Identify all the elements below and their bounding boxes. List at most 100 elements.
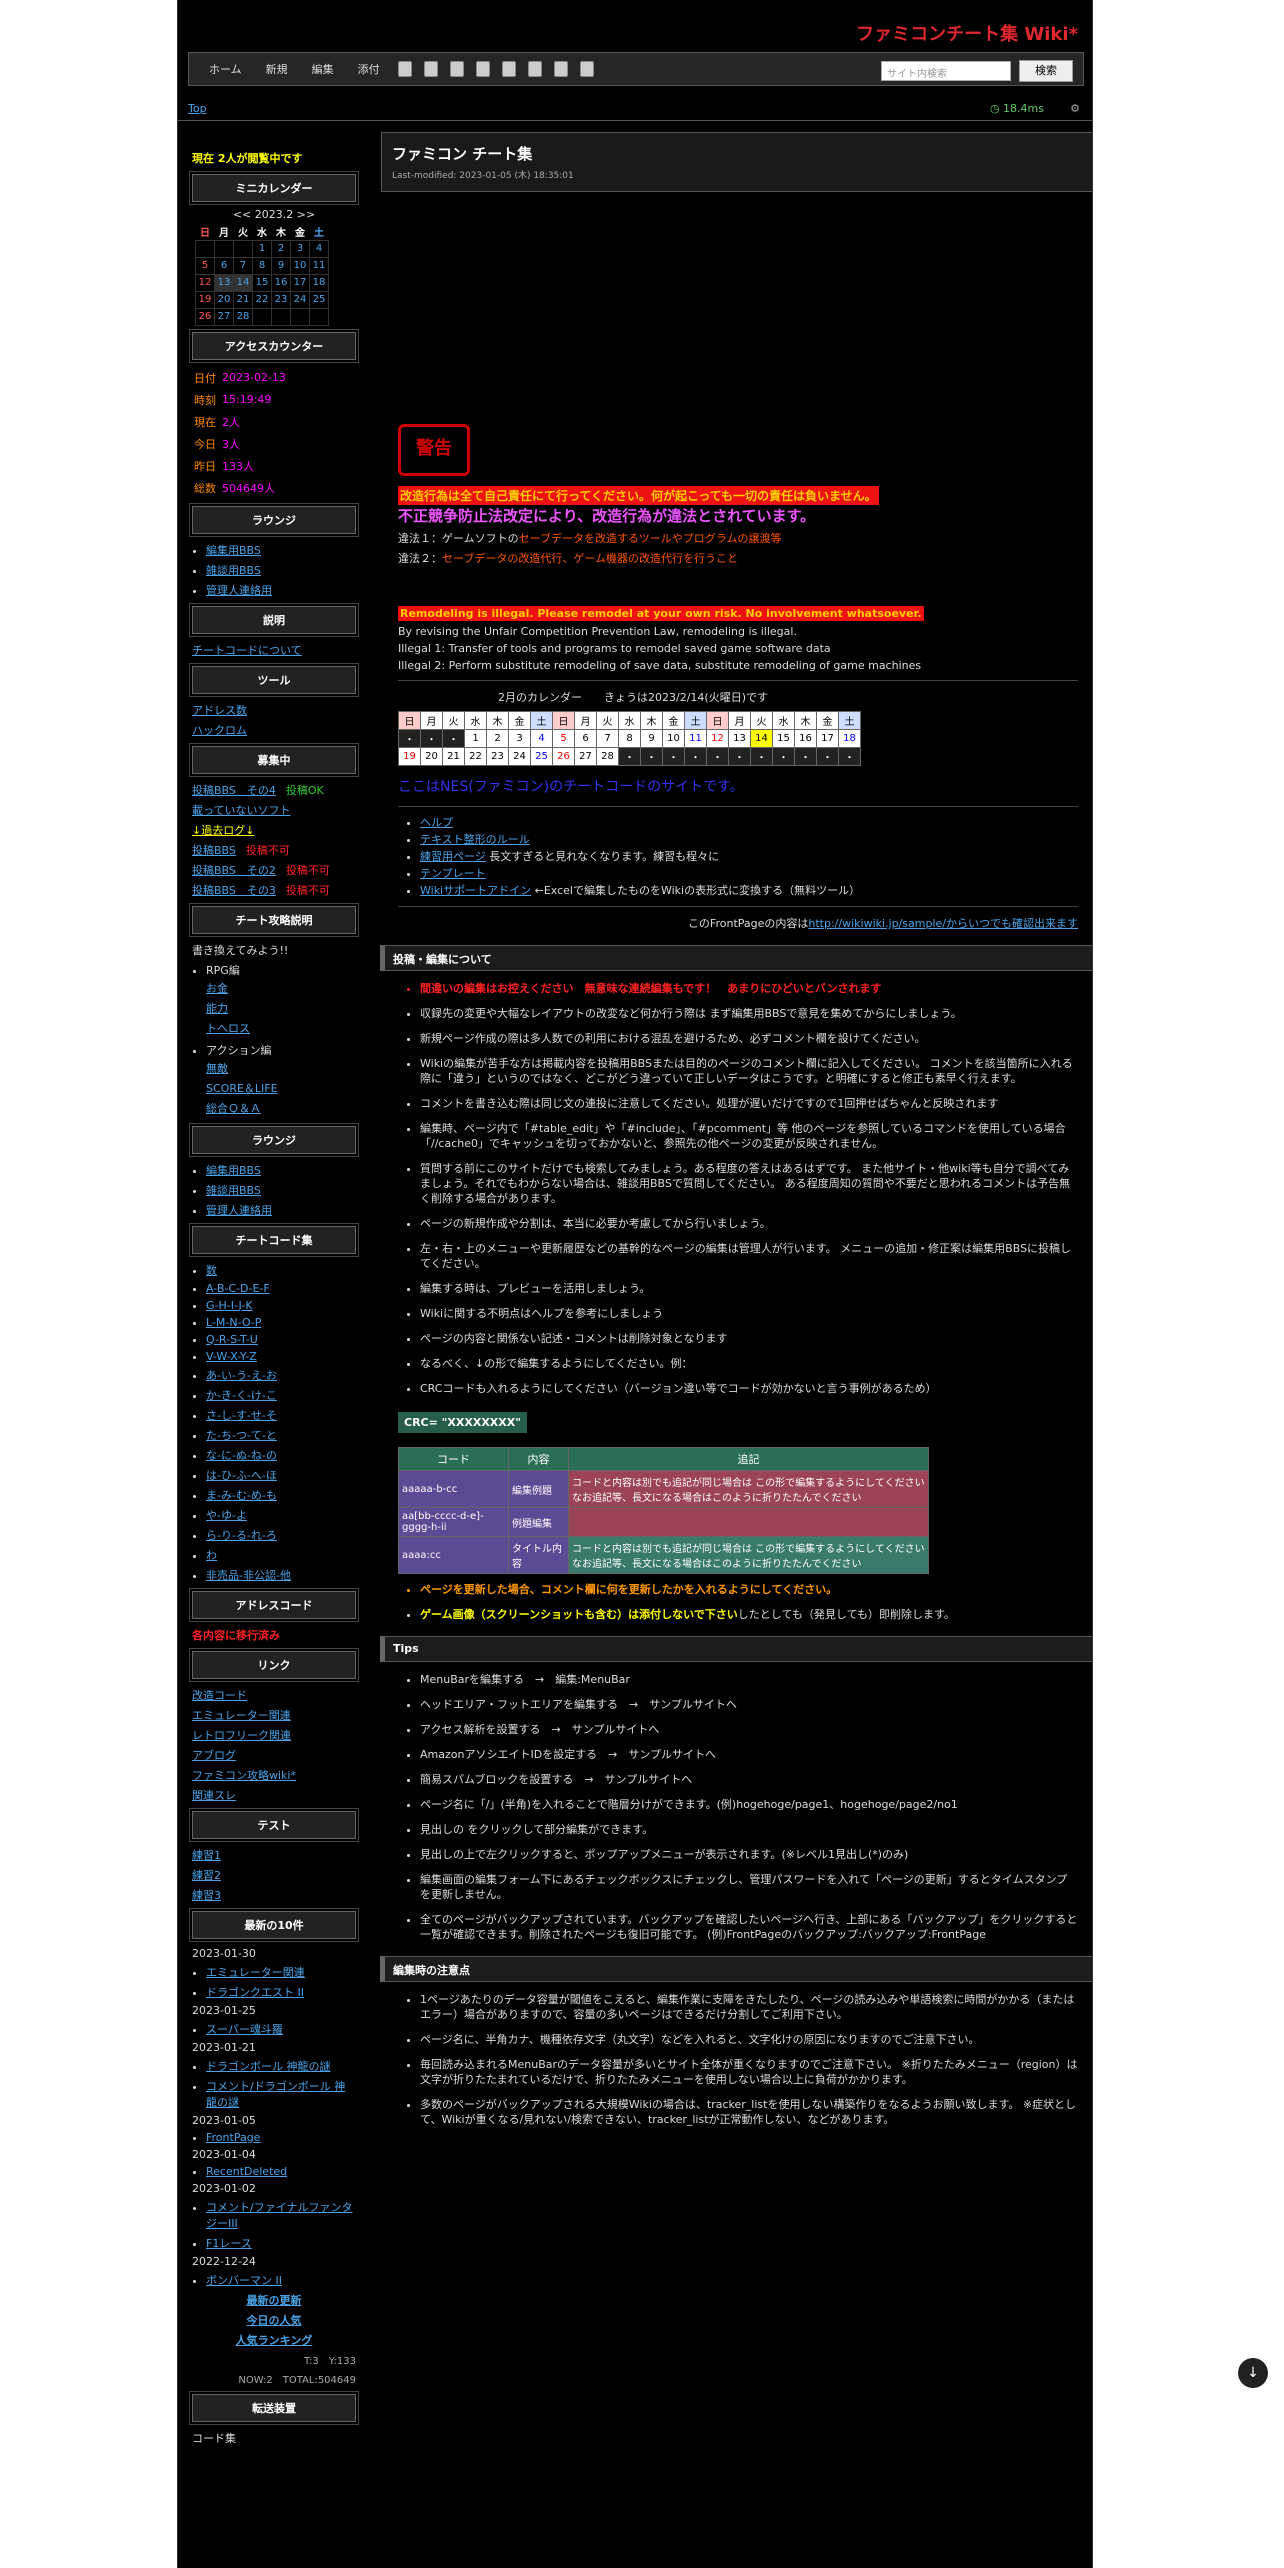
- code-index-link[interactable]: な-に-ぬ-ね-の: [206, 1449, 277, 1462]
- minical-cell[interactable]: 16: [271, 273, 291, 292]
- addin-link[interactable]: Wikiサポートアドイン: [420, 884, 531, 897]
- edit-tool-icon[interactable]: [397, 61, 412, 77]
- test-link[interactable]: 練習3: [192, 1885, 356, 1905]
- minical-nav[interactable]: << 2023.2 >>: [192, 208, 356, 221]
- strategy-rpg-link[interactable]: 能力: [206, 998, 356, 1018]
- section-posting[interactable]: 投稿・編集について: [380, 945, 1092, 971]
- code-index-link[interactable]: Q-R-S-T-U: [206, 1333, 258, 1346]
- latest-link[interactable]: 最新の更新: [192, 2290, 356, 2310]
- minical-cell[interactable]: 19: [195, 290, 215, 309]
- minical-cell[interactable]: 11: [309, 256, 329, 275]
- recruit-link[interactable]: 投稿BBS: [192, 844, 236, 857]
- section-tips[interactable]: Tips: [380, 1636, 1092, 1662]
- minical-cell[interactable]: 15: [252, 273, 272, 292]
- recent-link[interactable]: コメント/ドラゴンボール 神龍の謎: [206, 2080, 345, 2109]
- copy-tool-icon[interactable]: [423, 61, 438, 77]
- minical-cell[interactable]: 14: [233, 273, 253, 292]
- minical-cell[interactable]: 2: [271, 239, 291, 258]
- minical-cell[interactable]: 22: [252, 290, 272, 309]
- external-link[interactable]: レトロフリーク関連: [192, 1725, 356, 1745]
- strategy-action-link[interactable]: SCORE＆LIFE: [206, 1078, 356, 1098]
- minical-cell[interactable]: 9: [271, 256, 291, 275]
- code-index-link[interactable]: A-B-C-D-E-F: [206, 1282, 270, 1295]
- minical-cell[interactable]: 26: [195, 307, 215, 326]
- minical-cell[interactable]: 4: [309, 239, 329, 258]
- external-link[interactable]: ファミコン攻略wiki*: [192, 1765, 356, 1785]
- strategy-action-link[interactable]: 総合Ｑ＆Ａ: [206, 1098, 356, 1118]
- practice-link[interactable]: 練習用ページ: [420, 850, 486, 863]
- recent-link[interactable]: ドラゴンボール 神龍の謎: [206, 2060, 331, 2073]
- code-index-link[interactable]: 数: [206, 1264, 217, 1277]
- nav-attach[interactable]: 添付: [358, 61, 380, 77]
- recruit-link[interactable]: 投稿BBS その4: [192, 784, 276, 797]
- minical-cell[interactable]: 5: [195, 256, 215, 275]
- nav-new[interactable]: 新規: [266, 61, 288, 77]
- lounge-link[interactable]: 編集用BBS: [206, 544, 261, 557]
- search-button[interactable]: 検索: [1019, 60, 1073, 82]
- external-link[interactable]: 改造コード: [192, 1685, 356, 1705]
- minical-cell[interactable]: 17: [290, 273, 310, 292]
- scroll-down-button[interactable]: ↓: [1238, 2358, 1268, 2388]
- recruit-link[interactable]: 投稿BBS その2: [192, 864, 276, 877]
- recent-link[interactable]: F1レース: [206, 2237, 252, 2250]
- minical-cell[interactable]: 13: [214, 273, 234, 292]
- minical-cell[interactable]: 21: [233, 290, 253, 309]
- help-tool-icon[interactable]: [579, 61, 594, 77]
- external-link[interactable]: アブログ: [192, 1745, 356, 1765]
- gear-icon[interactable]: ⚙: [1070, 102, 1080, 115]
- recent-link[interactable]: ボンバーマン II: [206, 2274, 282, 2287]
- site-title[interactable]: ファミコンチート集 Wiki*: [856, 20, 1078, 46]
- minical-cell[interactable]: 8: [252, 256, 272, 275]
- code-index-link[interactable]: ら-り-る-れ-ろ: [206, 1529, 277, 1542]
- recruit-link[interactable]: 投稿BBS その3: [192, 884, 276, 897]
- lounge-link[interactable]: 雑談用BBS: [206, 1184, 261, 1197]
- help-link[interactable]: ヘルプ: [420, 816, 453, 829]
- code-index-link[interactable]: L-M-N-O-P: [206, 1316, 261, 1329]
- minical-cell[interactable]: 3: [290, 239, 310, 258]
- template-link[interactable]: テンプレート: [420, 867, 486, 880]
- nav-home[interactable]: ホーム: [209, 61, 242, 77]
- strategy-action-link[interactable]: 無敵: [206, 1058, 356, 1078]
- minical-cell[interactable]: 6: [214, 256, 234, 275]
- minical-cell[interactable]: 7: [233, 256, 253, 275]
- code-index-link[interactable]: さ-し-す-せ-そ: [206, 1409, 277, 1422]
- external-link[interactable]: エミュレーター関連: [192, 1705, 356, 1725]
- minical-cell[interactable]: 23: [271, 290, 291, 309]
- test-link[interactable]: 練習1: [192, 1845, 356, 1865]
- minical-cell[interactable]: 10: [290, 256, 310, 275]
- minical-cell[interactable]: 18: [309, 273, 329, 292]
- code-index-link[interactable]: や-ゆ-よ: [206, 1509, 247, 1522]
- minical-cell[interactable]: 27: [214, 307, 234, 326]
- lounge-link[interactable]: 編集用BBS: [206, 1164, 261, 1177]
- tool-link[interactable]: アドレス数: [192, 700, 356, 720]
- top-link[interactable]: Top: [188, 102, 207, 115]
- code-index-link[interactable]: あ-い-う-え-お: [206, 1369, 277, 1382]
- code-index-link[interactable]: 非売品-非公認-他: [206, 1569, 291, 1582]
- code-index-link[interactable]: は-ひ-ふ-へ-ほ: [206, 1469, 277, 1482]
- recent-tool-icon[interactable]: [553, 61, 568, 77]
- nav-edit[interactable]: 編集: [312, 61, 334, 77]
- external-link[interactable]: 関連スレ: [192, 1785, 356, 1805]
- code-index-link[interactable]: ま-み-む-め-も: [206, 1489, 277, 1502]
- backup-tool-icon[interactable]: [475, 61, 490, 77]
- list-tool-icon[interactable]: [527, 61, 542, 77]
- code-index-link[interactable]: た-ち-つ-て-と: [206, 1429, 277, 1442]
- lounge-link[interactable]: 雑談用BBS: [206, 564, 261, 577]
- recent-link[interactable]: FrontPage: [206, 2131, 260, 2144]
- recruit-link[interactable]: 載っていないソフト: [192, 804, 290, 817]
- minical-cell[interactable]: 12: [195, 273, 215, 292]
- format-rules-link[interactable]: テキスト整形のルール: [420, 833, 530, 846]
- strategy-rpg-link[interactable]: お金: [206, 978, 356, 998]
- search-input[interactable]: サイト内検索: [881, 61, 1011, 81]
- tool-link[interactable]: ハックロム: [192, 720, 356, 740]
- latest-link[interactable]: 人気ランキング: [192, 2330, 356, 2350]
- code-index-link[interactable]: G-H-I-J-K: [206, 1299, 253, 1312]
- recruit-link[interactable]: ↓過去ログ↓: [192, 824, 254, 837]
- minical-cell[interactable]: 25: [309, 290, 329, 309]
- recent-link[interactable]: スーパー魂斗羅: [206, 2023, 283, 2036]
- code-index-link[interactable]: わ: [206, 1549, 217, 1562]
- recent-link[interactable]: エミュレーター関連: [206, 1966, 305, 1979]
- minical-cell[interactable]: 28: [233, 307, 253, 326]
- section-notes[interactable]: 編集時の注意点: [380, 1956, 1092, 1982]
- explain-link[interactable]: チートコードについて: [192, 640, 356, 660]
